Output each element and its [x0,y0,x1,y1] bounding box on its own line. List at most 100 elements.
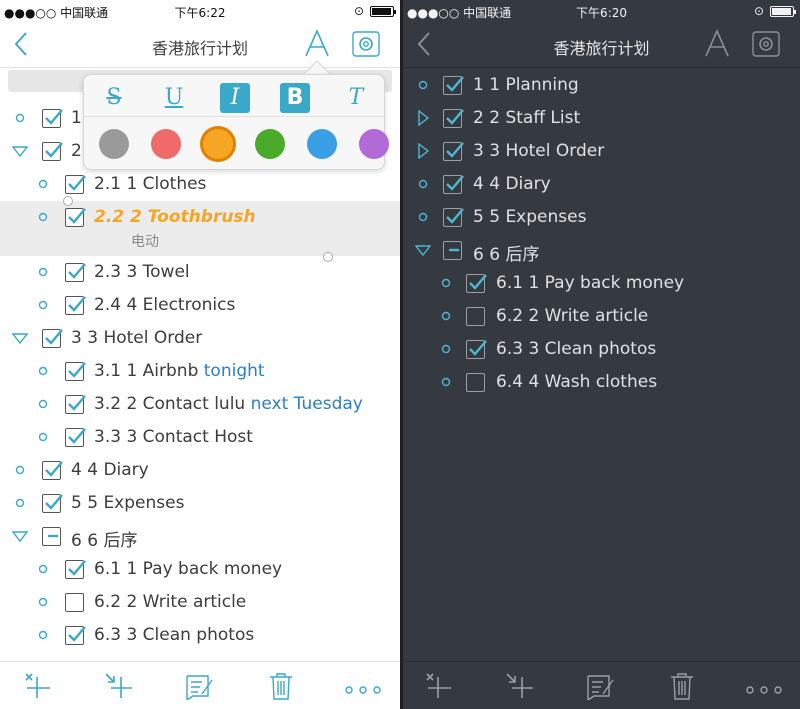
checkbox[interactable] [65,428,86,447]
expand-triangle-icon[interactable] [415,109,431,127]
checkbox[interactable] [65,362,86,381]
checkbox[interactable] [42,329,63,348]
item-text[interactable]: 2 2 Staff List [473,108,580,128]
item-text[interactable]: 6.2 2 Write article [94,592,246,612]
checkbox[interactable] [443,142,464,161]
item-text[interactable]: 4 4 Diary [473,174,551,194]
bullet-icon[interactable] [415,77,431,93]
clear-format-button[interactable]: T [341,83,371,113]
item-text[interactable]: 2.4 4 Electronics [94,295,235,315]
item-text[interactable]: 6.3 3 Clean photos [94,625,254,645]
list-item[interactable]: 6.2 2 Write article [403,300,800,333]
date-link[interactable]: next Tuesday [251,394,363,414]
item-text[interactable]: 3.3 3 Contact Host [94,427,253,447]
checkbox[interactable] [65,208,86,227]
list-item[interactable]: 1 1 Planning [403,69,800,102]
selection-handle-end[interactable] [323,252,333,262]
color-swatch[interactable] [203,129,233,159]
bullet-icon[interactable] [35,429,51,445]
item-text[interactable]: 1 1 Planning [473,75,579,95]
item-text[interactable]: 2 [71,141,82,161]
list-item[interactable]: 4 4 Diary [403,168,800,201]
checkbox[interactable] [443,76,464,95]
font-format-button[interactable] [304,28,330,62]
bold-button[interactable]: B [280,83,310,113]
font-format-button[interactable] [704,28,730,62]
checkbox[interactable] [65,395,86,414]
bullet-icon[interactable] [35,627,51,643]
add-sibling-button[interactable] [423,672,453,704]
list-item[interactable]: 2 2 Staff List [403,102,800,135]
bullet-icon[interactable] [438,341,454,357]
bullet-icon[interactable] [35,209,51,225]
bullet-icon[interactable] [35,561,51,577]
bullet-icon[interactable] [415,209,431,225]
list-item[interactable]: 2.3 3 Towel [0,256,400,289]
item-text[interactable]: 1 [71,108,82,128]
expand-triangle-icon[interactable] [415,142,431,160]
checkbox[interactable] [466,373,485,392]
checkbox[interactable] [42,494,63,513]
item-text[interactable]: 3 3 Hotel Order [473,141,604,161]
underline-button[interactable]: U [159,83,189,113]
collapse-triangle-icon[interactable] [11,528,29,544]
italic-button[interactable]: I [220,83,250,113]
list-item[interactable]: 6.2 2 Write article [0,586,400,619]
add-sibling-button[interactable] [22,672,52,704]
item-text[interactable]: 6 6 后序 [71,526,137,551]
bullet-icon[interactable] [12,462,28,478]
color-swatch[interactable] [307,129,337,159]
bullet-icon[interactable] [415,176,431,192]
list-item[interactable]: 6.4 4 Wash clothes [403,366,800,399]
delete-button[interactable] [268,672,294,704]
item-text[interactable]: 6.4 4 Wash clothes [496,372,657,392]
checkbox[interactable] [443,109,464,128]
list-item[interactable]: 6 6 后序 [403,234,800,267]
checkbox[interactable] [65,626,86,645]
bullet-icon[interactable] [35,176,51,192]
bullet-icon[interactable] [12,110,28,126]
checkbox[interactable] [443,208,464,227]
edit-note-button[interactable] [184,672,214,704]
add-child-button[interactable] [505,672,535,704]
bullet-icon[interactable] [35,264,51,280]
checkbox[interactable] [466,274,487,293]
more-button[interactable] [344,680,382,699]
list-item[interactable]: 6.1 1 Pay back money [403,267,800,300]
checkbox[interactable] [65,296,86,315]
item-text[interactable]: 3.2 2 Contact lulu next Tuesday [94,394,363,414]
list-item[interactable]: 6 6 后序 [0,520,400,553]
bullet-icon[interactable] [438,374,454,390]
checkbox[interactable] [65,175,86,194]
add-child-button[interactable] [104,672,134,704]
item-text[interactable]: 2.2 2 Toothbrush [94,207,256,227]
collapse-triangle-icon[interactable] [11,330,29,346]
list-item[interactable]: 2.1 1 Clothes [0,168,400,201]
checkbox[interactable] [466,340,487,359]
list-item[interactable]: 2.4 4 Electronics [0,289,400,322]
settings-button[interactable] [350,29,382,63]
bullet-icon[interactable] [35,396,51,412]
color-swatch[interactable] [255,129,285,159]
bullet-icon[interactable] [438,308,454,324]
item-text[interactable]: 6.1 1 Pay back money [496,273,684,293]
item-text[interactable]: 3.1 1 Airbnb tonight [94,361,265,381]
checkbox[interactable] [443,175,464,194]
list-item[interactable]: 3.2 2 Contact lulu next Tuesday [0,388,400,421]
list-item[interactable]: 5 5 Expenses [403,201,800,234]
bullet-icon[interactable] [12,495,28,511]
strikethrough-button[interactable]: S [99,83,129,113]
checkbox[interactable] [65,560,86,579]
checkbox[interactable] [65,263,86,282]
list-item[interactable]: 6.3 3 Clean photos [0,619,400,652]
bullet-icon[interactable] [35,297,51,313]
item-text[interactable]: 6 6 后序 [473,240,539,265]
collapse-triangle-icon[interactable] [11,143,29,159]
checkbox[interactable] [42,461,63,480]
item-text[interactable]: 2.1 1 Clothes [94,174,206,194]
color-swatch[interactable] [151,129,181,159]
checkbox[interactable] [65,593,84,612]
item-text[interactable]: 6.1 1 Pay back money [94,559,282,579]
date-link[interactable]: tonight [204,361,265,381]
list-item[interactable]: 3 3 Hotel Order [403,135,800,168]
